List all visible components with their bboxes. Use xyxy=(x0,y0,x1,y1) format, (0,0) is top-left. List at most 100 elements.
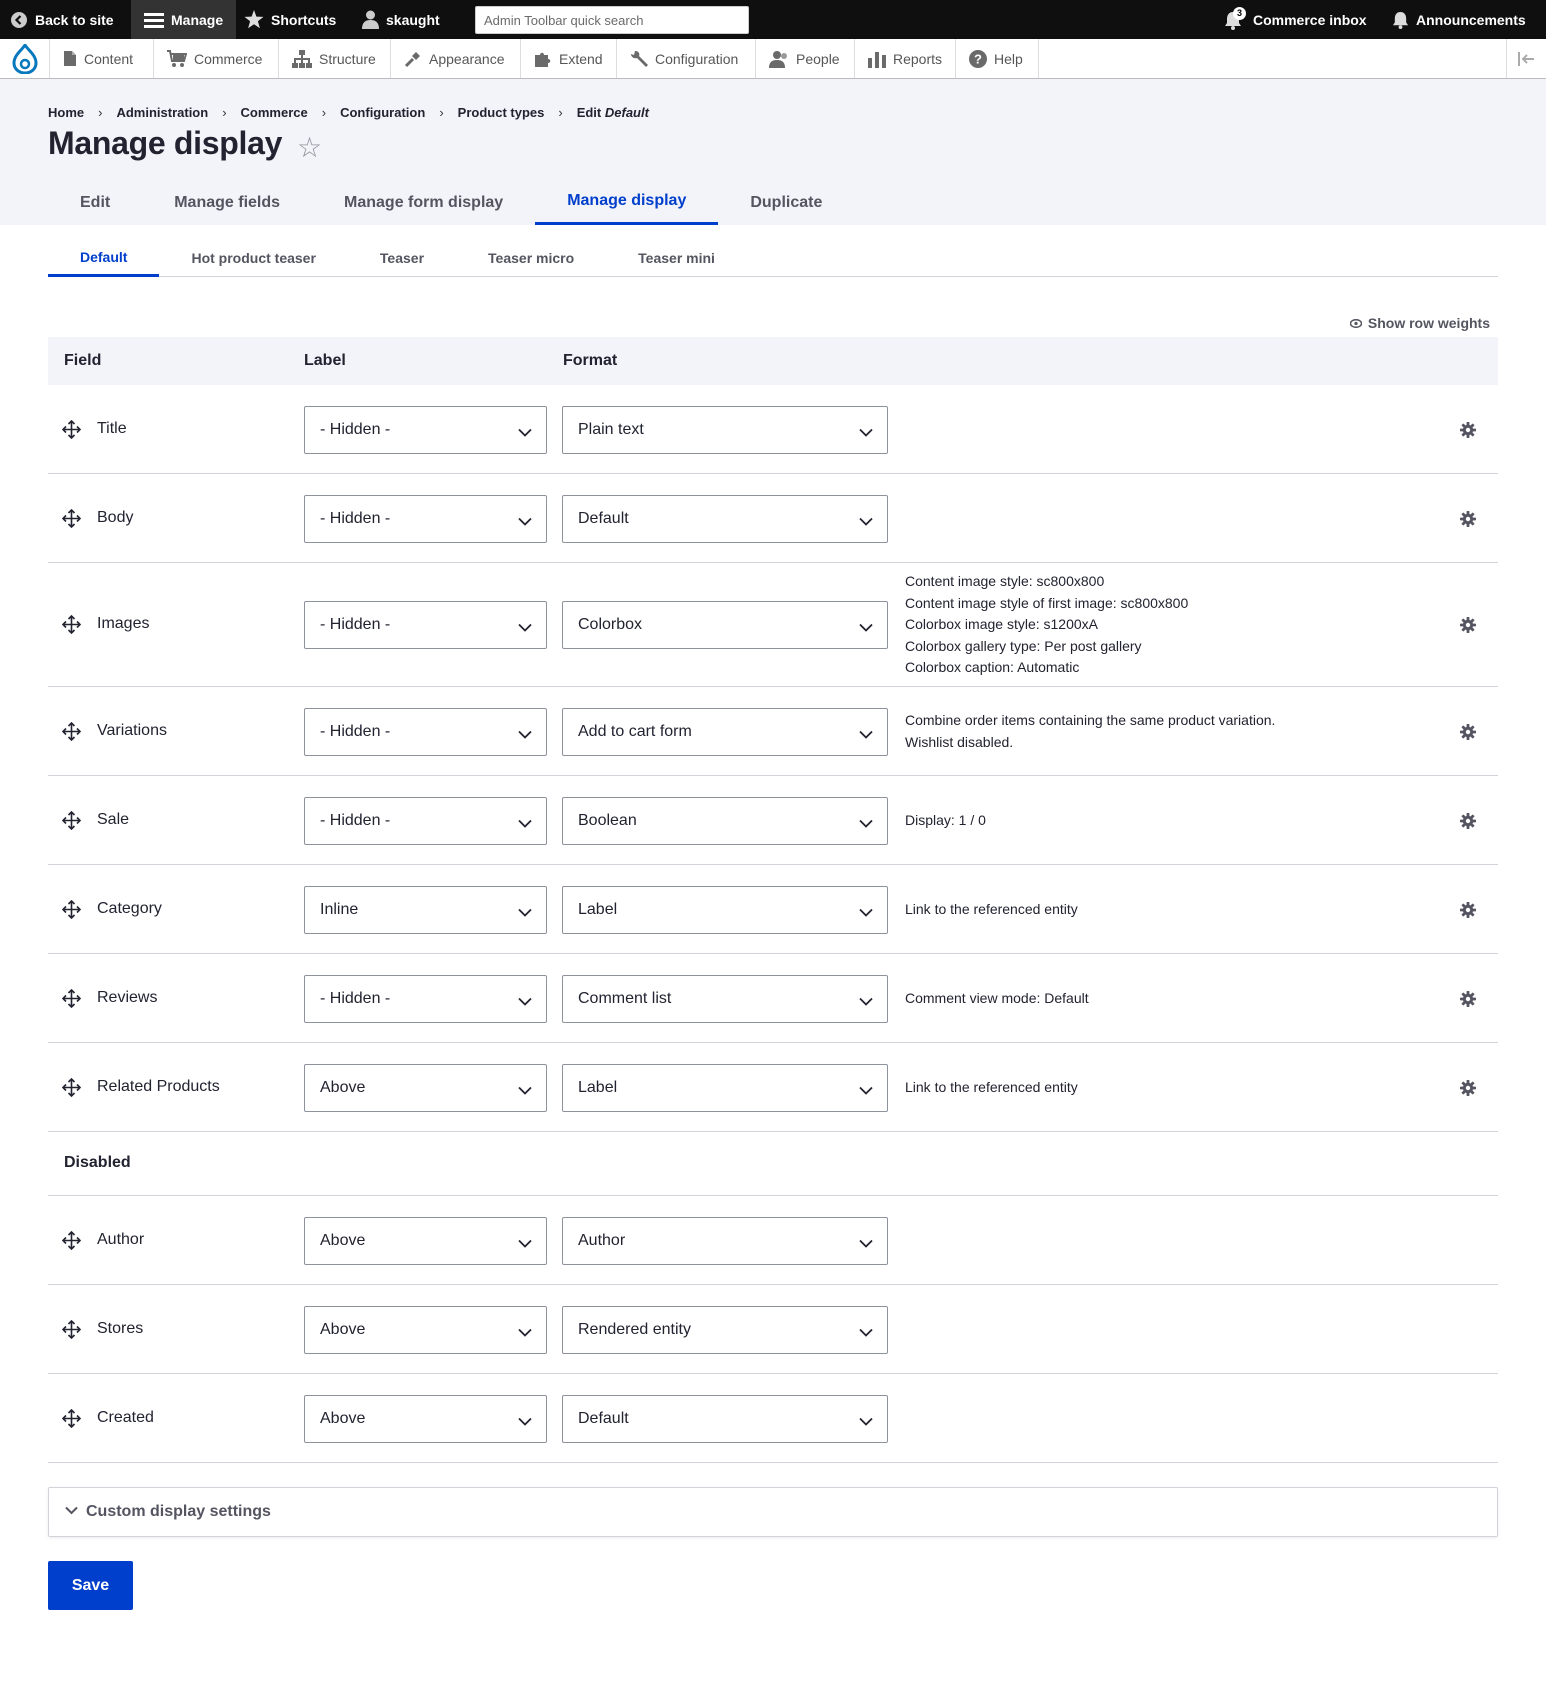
format-select-value: Comment list xyxy=(578,989,672,1007)
drag-handle-icon[interactable] xyxy=(61,1319,82,1344)
label-select[interactable]: Above xyxy=(304,1394,547,1443)
label-select[interactable]: - Hidden - xyxy=(304,494,547,543)
shortcuts-tab[interactable]: Shortcuts xyxy=(244,0,336,39)
cart-icon xyxy=(167,49,187,67)
toolbar-collapse-button[interactable] xyxy=(1506,39,1546,78)
nav-item-people[interactable]: People xyxy=(756,39,855,78)
gear-icon[interactable] xyxy=(1460,901,1476,923)
custom-display-settings-toggle[interactable]: Custom display settings xyxy=(48,1487,1498,1537)
disabled-title: Disabled xyxy=(64,1154,131,1171)
gear-icon[interactable] xyxy=(1460,723,1476,745)
tab-default[interactable]: Default xyxy=(48,239,160,277)
label-select[interactable]: - Hidden - xyxy=(304,601,547,649)
table-row: Stores Above Rendered entity xyxy=(48,1285,1498,1374)
label-select-value: - Hidden - xyxy=(320,811,391,829)
breadcrumb-link[interactable]: Configuration xyxy=(340,105,425,120)
chevron-down-icon xyxy=(859,993,873,1011)
format-select[interactable]: Default xyxy=(562,1394,888,1443)
field-name: Created xyxy=(97,1408,154,1426)
table-row: Author Above Author xyxy=(48,1196,1498,1285)
drag-handle-icon[interactable] xyxy=(61,1077,82,1102)
tab-manage-fields[interactable]: Manage fields xyxy=(142,180,312,225)
star-outline-icon[interactable]: ☆ xyxy=(297,131,322,164)
label-select[interactable]: Inline xyxy=(304,885,547,934)
field-name: Reviews xyxy=(97,988,158,1006)
chevron-down-icon xyxy=(859,619,873,637)
tab-teaser-micro[interactable]: Teaser micro xyxy=(456,239,606,277)
commerce-inbox-tab[interactable]: 3 Commerce inbox xyxy=(1224,0,1367,39)
nav-item-label: Reports xyxy=(892,50,942,67)
back-to-site-link[interactable]: Back to site xyxy=(10,0,114,39)
breadcrumb-link[interactable]: Administration xyxy=(116,105,208,120)
chevron-down-icon xyxy=(859,513,873,531)
format-select[interactable]: Label xyxy=(562,885,888,934)
breadcrumb-link[interactable]: Commerce xyxy=(241,105,308,120)
breadcrumb-link[interactable]: Home xyxy=(48,105,84,120)
label-select[interactable]: Above xyxy=(304,1305,547,1354)
tab-manage-display[interactable]: Manage display xyxy=(535,180,719,225)
tab-edit[interactable]: Edit xyxy=(48,180,142,225)
format-select[interactable]: Comment list xyxy=(562,974,888,1023)
label-select[interactable]: Above xyxy=(304,1063,547,1112)
tab-teaser-mini[interactable]: Teaser mini xyxy=(606,239,747,277)
drag-handle-icon[interactable] xyxy=(61,1408,82,1433)
summary-line: Content image style: sc800x800 xyxy=(905,573,1105,590)
nav-item-configuration[interactable]: Configuration xyxy=(617,39,756,78)
drag-handle-icon[interactable] xyxy=(61,988,82,1013)
announcements-tab[interactable]: Announcements xyxy=(1392,0,1526,39)
drag-handle-icon[interactable] xyxy=(61,810,82,835)
drupal-logo[interactable] xyxy=(0,39,50,78)
gear-icon[interactable] xyxy=(1460,510,1476,532)
label-select[interactable]: - Hidden - xyxy=(304,974,547,1023)
nav-item-reports[interactable]: Reports xyxy=(855,39,956,78)
format-select[interactable]: Colorbox xyxy=(562,601,888,649)
gear-icon[interactable] xyxy=(1460,990,1476,1012)
gear-icon[interactable] xyxy=(1460,1079,1476,1101)
gear-icon[interactable] xyxy=(1460,812,1476,834)
gear-icon[interactable] xyxy=(1460,421,1476,443)
format-select-value: Author xyxy=(578,1231,626,1249)
gear-icon[interactable] xyxy=(1460,617,1476,638)
drag-handle-icon[interactable] xyxy=(61,899,82,924)
user-tab[interactable]: skaught xyxy=(362,0,440,39)
format-select[interactable]: Default xyxy=(562,494,888,543)
drag-handle-icon[interactable] xyxy=(61,1230,82,1255)
label-select[interactable]: - Hidden - xyxy=(304,405,547,454)
nav-item-extend[interactable]: Extend xyxy=(521,39,617,78)
tab-hot-product-teaser[interactable]: Hot product teaser xyxy=(159,239,347,277)
manage-tab[interactable]: Manage xyxy=(131,0,237,39)
label-select[interactable]: Above xyxy=(304,1216,547,1265)
chevron-down-icon xyxy=(859,1324,873,1342)
format-select[interactable]: Rendered entity xyxy=(562,1305,888,1354)
nav-item-content[interactable]: Content xyxy=(50,39,154,78)
nav-item-commerce[interactable]: Commerce xyxy=(154,39,279,78)
breadcrumb-link[interactable]: Product types xyxy=(458,105,545,120)
tab-manage-form-display[interactable]: Manage form display xyxy=(312,180,535,225)
quick-search-input[interactable] xyxy=(475,6,749,34)
menu-icon xyxy=(144,12,164,28)
nav-item-appearance[interactable]: Appearance xyxy=(391,39,521,78)
drag-handle-icon[interactable] xyxy=(61,614,82,639)
format-select[interactable]: Author xyxy=(562,1216,888,1265)
format-select[interactable]: Label xyxy=(562,1063,888,1112)
format-select[interactable]: Boolean xyxy=(562,796,888,845)
label-select[interactable]: - Hidden - xyxy=(304,796,547,845)
breadcrumb-current[interactable]: Edit Default xyxy=(577,105,649,120)
show-row-weights-button[interactable]: Show row weights xyxy=(1349,315,1490,331)
drag-handle-icon[interactable] xyxy=(61,419,82,444)
format-select[interactable]: Add to cart form xyxy=(562,707,888,756)
drag-handle-icon[interactable] xyxy=(61,508,82,533)
drag-handle-icon[interactable] xyxy=(61,721,82,746)
save-button[interactable]: Save xyxy=(48,1561,133,1610)
custom-display-settings-label: Custom display settings xyxy=(86,1503,271,1520)
nav-item-help[interactable]: ? Help xyxy=(956,39,1039,78)
nav-item-structure[interactable]: Structure xyxy=(279,39,391,78)
tab-teaser[interactable]: Teaser xyxy=(348,239,456,277)
field-name: Related Products xyxy=(97,1077,220,1095)
nav-item-label: People xyxy=(796,50,840,67)
tab-duplicate[interactable]: Duplicate xyxy=(718,180,854,225)
page-title: Manage display xyxy=(48,125,283,161)
format-select[interactable]: Plain text xyxy=(562,405,888,454)
label-select[interactable]: - Hidden - xyxy=(304,707,547,756)
back-to-site-label: Back to site xyxy=(35,11,114,28)
